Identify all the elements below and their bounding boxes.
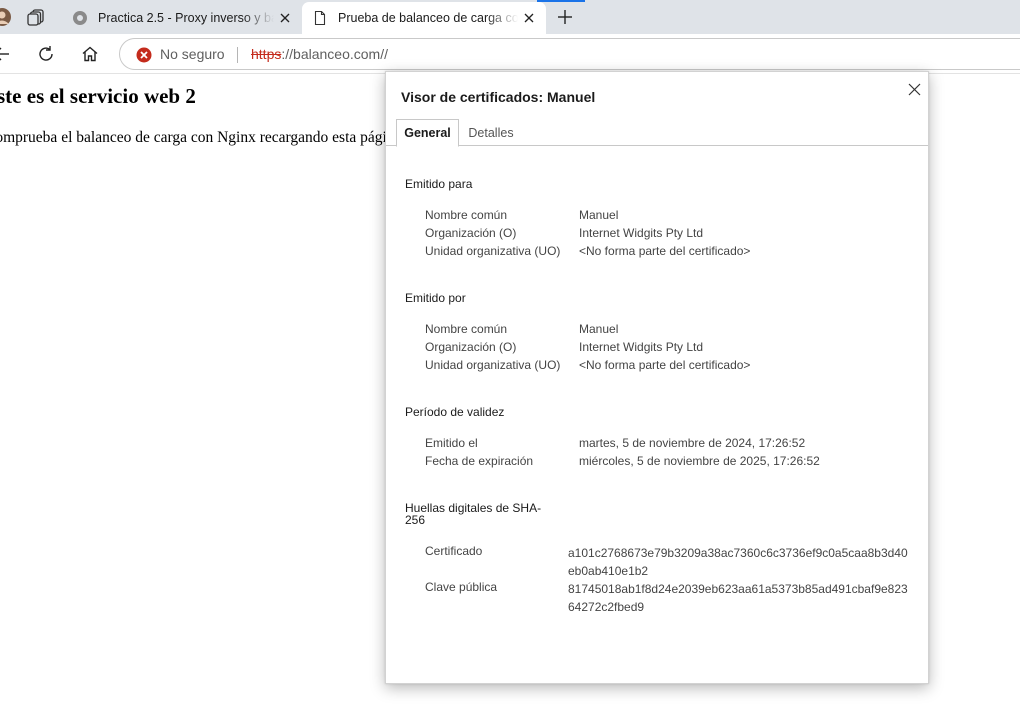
field-label: Nombre común [425,208,508,222]
plus-icon [558,10,572,24]
issued-to-heading: Emitido para [405,177,473,191]
field-label: Organización (O) [425,340,517,354]
site-globe-icon [73,11,87,25]
url-host: ://balanceo.com// [281,46,388,62]
issued-to-org-unit-row: Unidad organizativa (UO) <No forma parte… [425,244,925,262]
url-text[interactable]: https://balanceo.com// [251,46,388,62]
dialog-close-button[interactable] [903,78,925,100]
dialog-title: Visor de certificados: Manuel [401,89,596,105]
field-value: Internet Widgits Pty Ltd [579,226,704,240]
field-label: Certificado [425,544,483,558]
close-tab-icon[interactable] [274,7,296,29]
issued-by-org-unit-row: Unidad organizativa (UO) <No forma parte… [425,358,925,376]
tab-prueba-balanceo[interactable]: Prueba de balanceo de carga con Nginx [302,2,546,34]
back-arrow-icon [0,47,9,61]
page-paragraph: Comprueba el balanceo de carga con Nginx… [0,129,406,146]
close-tab-icon[interactable] [518,7,540,29]
tab-general[interactable]: General [396,119,459,147]
field-label: Fecha de expiración [425,454,534,468]
home-icon [82,46,98,62]
new-tab-button[interactable] [554,6,576,28]
fingerprint-value: 81745018ab1f8d24e2039eb623aa61a5373b85ad… [568,582,908,614]
field-label: Clave pública [425,580,498,594]
issued-on-row: Emitido el martes, 5 de noviembre de 202… [425,436,925,454]
profile-avatar-icon[interactable] [0,7,12,27]
reload-icon [39,46,53,61]
expiration-row: Fecha de expiración miércoles, 5 de novi… [425,454,925,472]
field-value: <No forma parte del certificado> [579,358,751,372]
tab-title: Practica 2.5 - Proxy inverso y balanceo … [98,11,274,25]
field-value: Internet Widgits Pty Ltd [579,340,704,354]
field-label: Emitido el [425,436,478,450]
fingerprints-heading: Huellas digitales de SHA-256 [405,501,542,527]
home-button[interactable] [80,44,100,64]
tab-practica[interactable]: Practica 2.5 - Proxy inverso y balanceo … [62,2,302,34]
url-scheme: https [251,46,282,62]
reload-button[interactable] [36,44,56,64]
security-status-label[interactable]: No seguro [160,46,225,62]
field-value: Manuel [579,322,619,336]
page-file-icon [314,10,326,26]
field-label: Unidad organizativa (UO) [425,358,561,372]
field-value: <No forma parte del certificado> [579,244,751,258]
omnibox-divider [237,47,238,63]
field-label: Organización (O) [425,226,517,240]
field-value: miércoles, 5 de noviembre de 2025, 17:26… [579,454,820,468]
field-label: Nombre común [425,322,508,336]
tab-detalles[interactable]: Detalles [462,119,520,146]
field-value: martes, 5 de noviembre de 2024, 17:26:52 [579,436,806,450]
tab-accent-line [537,0,585,2]
page-heading: Éste es el servicio web 2 [0,84,196,108]
issued-by-heading: Emitido por [405,291,466,305]
issued-to-organization-row: Organización (O) Internet Widgits Pty Lt… [425,226,925,244]
not-secure-icon[interactable] [136,47,152,63]
close-icon [908,83,920,95]
field-value: Manuel [579,208,619,222]
validity-heading: Período de validez [405,405,505,419]
issued-to-common-name-row: Nombre común Manuel [425,208,925,226]
dialog-tab-bar: General Detalles [386,119,928,147]
address-bar[interactable]: No seguro https://balanceo.com// [119,38,1020,70]
issued-by-organization-row: Organización (O) Internet Widgits Pty Lt… [425,340,925,358]
tab-title: Prueba de balanceo de carga con Nginx [338,11,518,25]
fingerprint-value: a101c2768673e79b3209a38ac7360c6c3736ef9c… [568,546,908,578]
issued-by-common-name-row: Nombre común Manuel [425,322,925,340]
field-label: Unidad organizativa (UO) [425,244,561,258]
tab-strip: Practica 2.5 - Proxy inverso y balanceo … [0,0,1020,34]
certificate-viewer-dialog: Visor de certificados: Manuel General De… [385,71,929,684]
tab-actions-icon[interactable] [26,7,46,27]
browser-toolbar: No seguro https://balanceo.com// [0,34,1020,74]
back-button[interactable] [0,44,12,64]
